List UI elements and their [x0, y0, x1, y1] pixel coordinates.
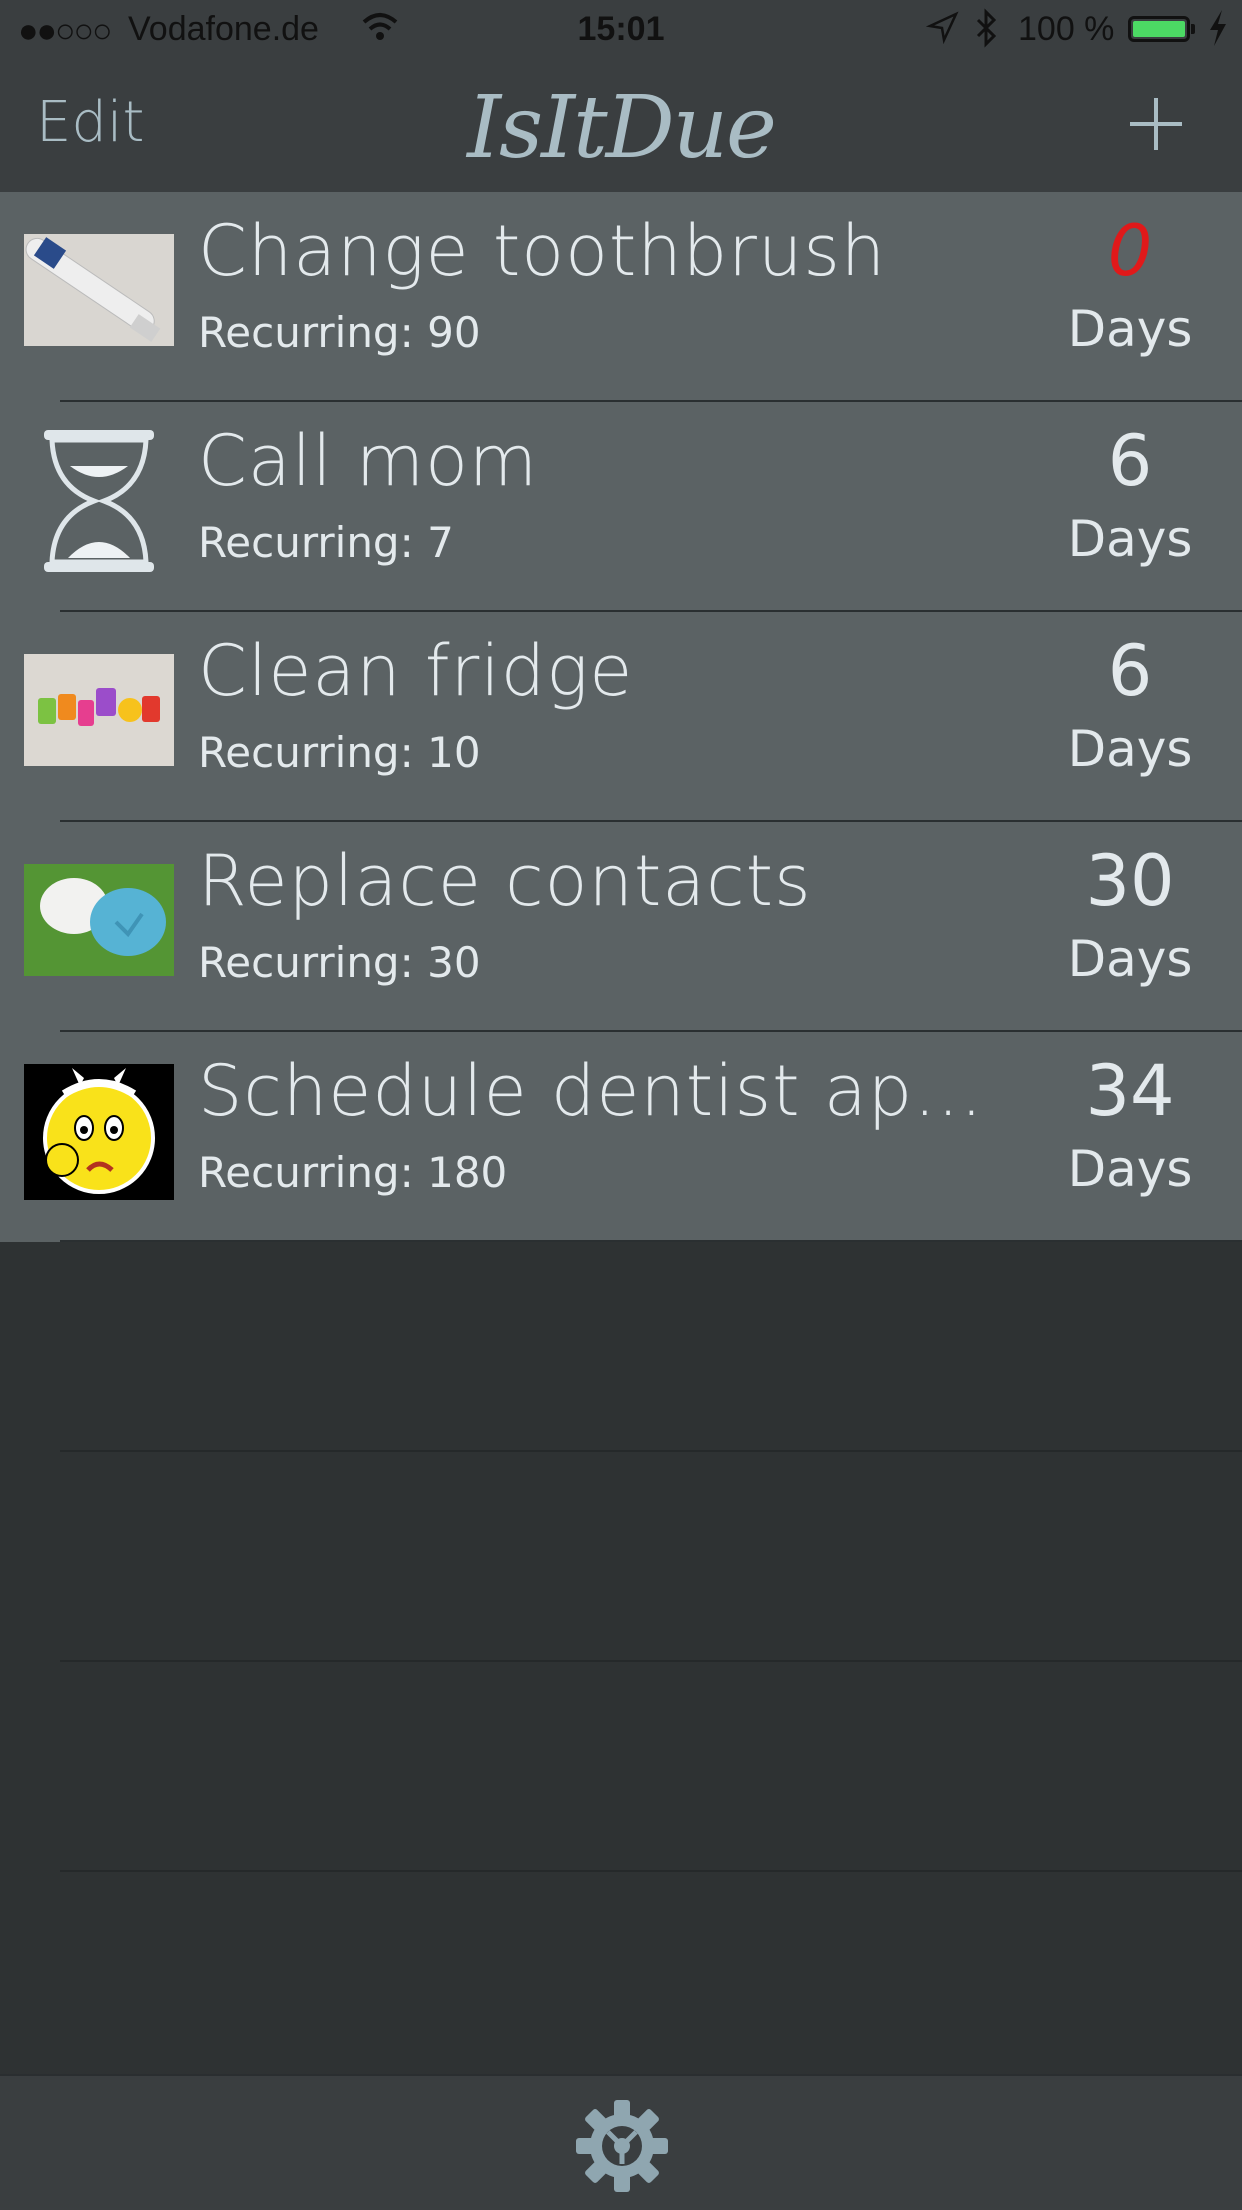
battery-percent: 100 % — [1018, 10, 1115, 48]
empty-row-separator — [60, 1450, 1242, 1452]
location-icon — [926, 11, 959, 44]
days-remaining: 30 — [1085, 840, 1175, 922]
task-row-change-toothbrush[interactable]: Change toothbrush Recurring: 90 0 Days — [0, 192, 1242, 402]
days-remaining: 34 — [1085, 1050, 1175, 1132]
task-row-replace-contacts[interactable]: Replace contacts Recurring: 30 30 Days — [0, 822, 1242, 1032]
task-title: Call mom — [198, 420, 539, 502]
days-remaining: 0 — [1107, 210, 1153, 292]
days-remaining: 6 — [1107, 420, 1153, 502]
task-title: Schedule dentist appointment — [198, 1050, 1028, 1132]
days-label: Days — [1067, 300, 1193, 358]
task-list: Change toothbrush Recurring: 90 0 Days C… — [0, 192, 1242, 1242]
days-label: Days — [1067, 930, 1193, 988]
empty-row-separator — [60, 1870, 1242, 1872]
toothache-emoji-thumbnail — [24, 1064, 174, 1200]
row-separator — [60, 1240, 1242, 1242]
gear-icon[interactable] — [574, 2098, 670, 2194]
days-label: Days — [1067, 1140, 1193, 1198]
status-bar: ●●○○○ Vodafone.de 15:01 100 % — [0, 0, 1242, 60]
navigation-bar: Edit IsItDue — [0, 60, 1242, 192]
task-title: Change toothbrush — [198, 210, 887, 292]
task-title: Clean fridge — [198, 630, 634, 712]
days-label: Days — [1067, 510, 1193, 568]
task-row-call-mom[interactable]: Call mom Recurring: 7 6 Days — [0, 402, 1242, 612]
plus-icon[interactable] — [1126, 94, 1186, 154]
task-title: Replace contacts — [198, 840, 812, 922]
empty-row-separator — [60, 1660, 1242, 1662]
task-recurring: Recurring: 7 — [198, 518, 454, 567]
app-title: IsItDue — [467, 78, 777, 178]
toothbrush-thumbnail — [24, 234, 174, 346]
days-label: Days — [1067, 720, 1193, 778]
fridge-magnets-thumbnail — [24, 654, 174, 766]
task-recurring: Recurring: 90 — [198, 308, 481, 357]
bluetooth-icon — [976, 8, 997, 48]
days-remaining: 6 — [1107, 630, 1153, 712]
bottom-toolbar — [0, 2074, 1242, 2210]
task-row-schedule-dentist[interactable]: Schedule dentist appointment Recurring: … — [0, 1032, 1242, 1242]
task-recurring: Recurring: 10 — [198, 728, 481, 777]
task-row-clean-fridge[interactable]: Clean fridge Recurring: 10 6 Days — [0, 612, 1242, 822]
task-recurring: Recurring: 30 — [198, 938, 481, 987]
battery-tip — [1191, 24, 1195, 34]
battery-icon — [1128, 16, 1190, 42]
hourglass-icon — [44, 430, 154, 572]
charging-icon — [1210, 10, 1226, 46]
contact-case-thumbnail — [24, 864, 174, 976]
task-recurring: Recurring: 180 — [198, 1148, 508, 1197]
